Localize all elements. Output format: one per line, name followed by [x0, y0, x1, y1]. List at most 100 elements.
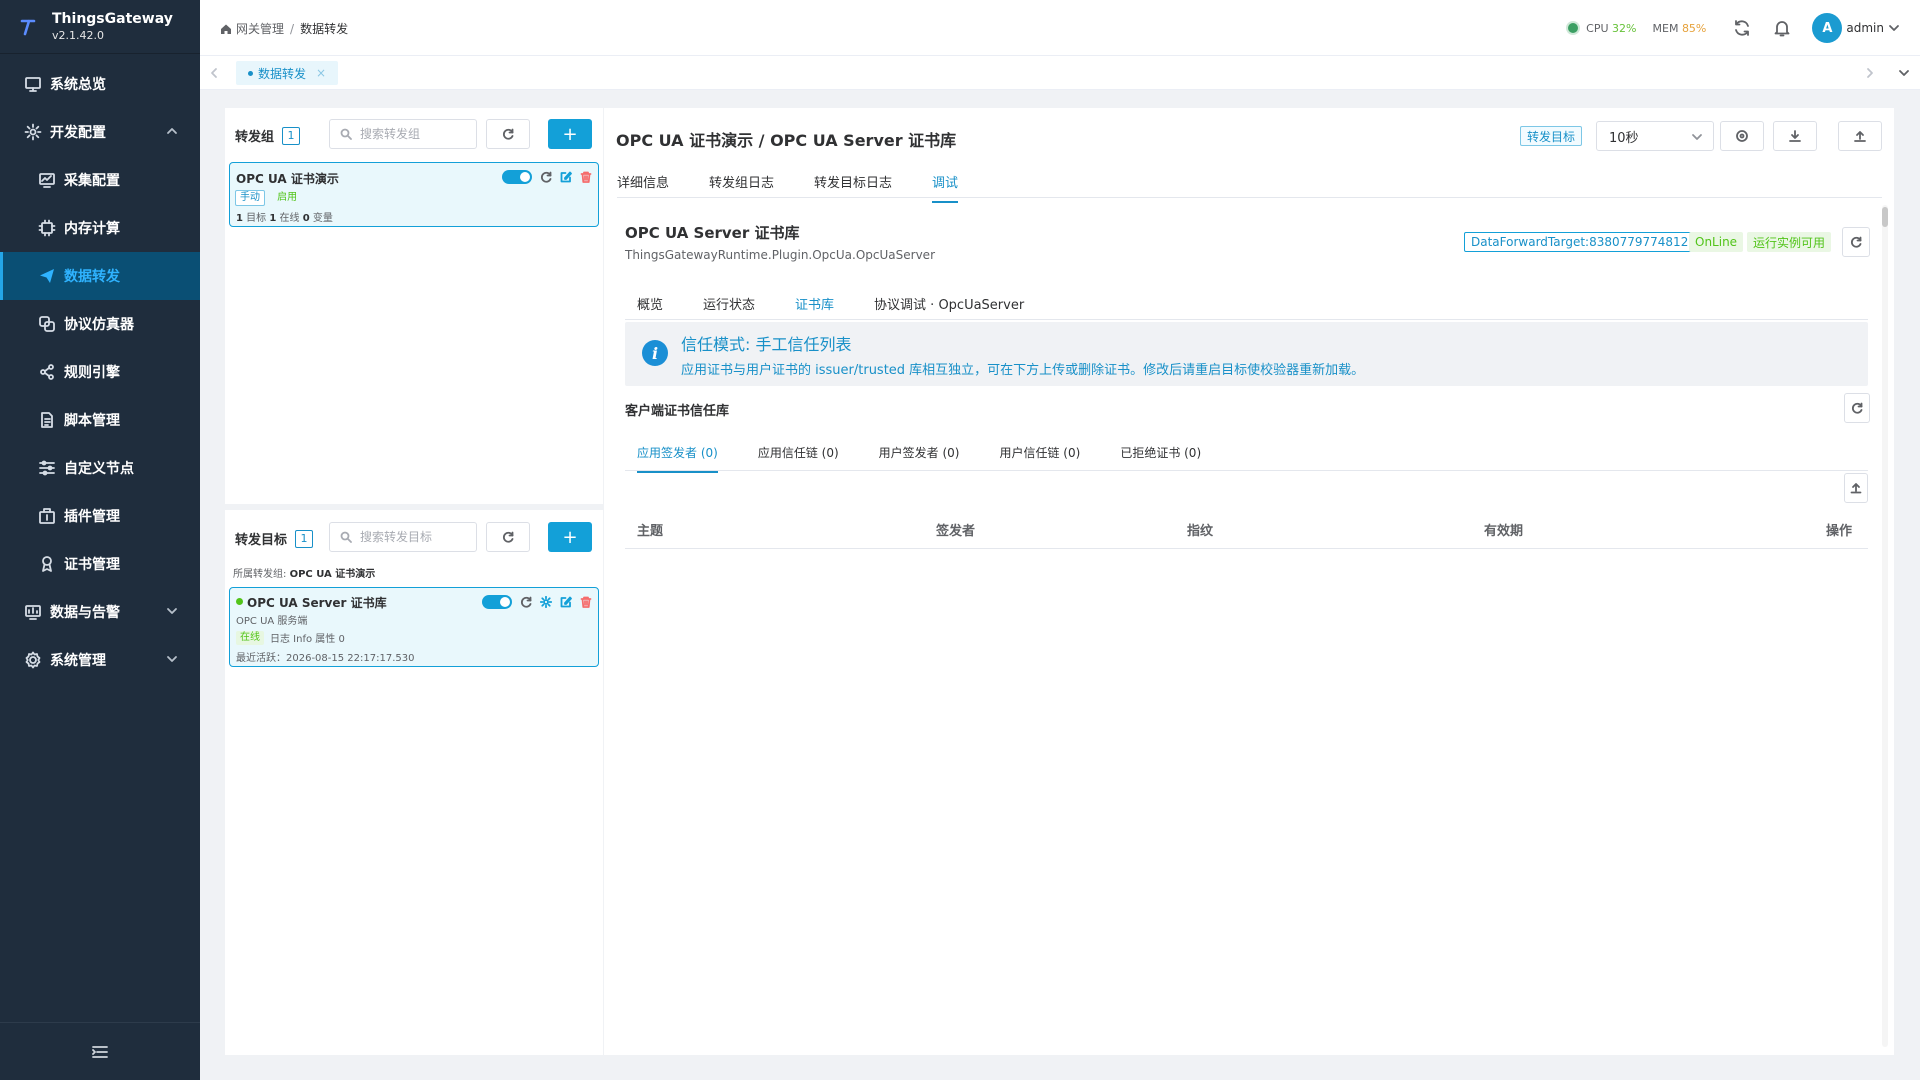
- tab-target-log[interactable]: 转发目标日志: [814, 172, 892, 203]
- target-id-badge: DataForwardTarget:838077977481285: [1464, 232, 1711, 252]
- target-enable-toggle[interactable]: [482, 595, 512, 609]
- bell-icon[interactable]: [1773, 19, 1791, 37]
- target-card-desc: OPC UA 服务端: [236, 616, 308, 627]
- sidebar-item-overview[interactable]: 系统总览: [0, 60, 200, 108]
- target-search-input[interactable]: [329, 522, 477, 552]
- tab-debug[interactable]: 调试: [932, 172, 959, 203]
- target-settings-button[interactable]: [1720, 121, 1764, 151]
- refresh-icon[interactable]: [540, 171, 552, 183]
- subtab-cert-store[interactable]: 证书库: [795, 294, 835, 325]
- settings-icon[interactable]: [540, 596, 552, 608]
- sidebar-item-plugin-manage[interactable]: 插件管理: [0, 492, 200, 540]
- target-search-field[interactable]: [360, 530, 460, 544]
- cert-tabs: 应用签发者 (0) 应用信任链 (0) 用户签发者 (0) 用户信任链 (0) …: [637, 444, 1241, 473]
- targets-count: 1: [236, 213, 243, 224]
- delete-icon[interactable]: [580, 596, 592, 608]
- group-search-input[interactable]: [329, 119, 477, 149]
- edit-icon[interactable]: [560, 171, 572, 183]
- tab-details[interactable]: 详细信息: [617, 172, 669, 203]
- sidebar-item-label: 脚本管理: [64, 413, 120, 429]
- sidebar-item-script-manage[interactable]: 脚本管理: [0, 396, 200, 444]
- chevron-left-icon[interactable]: [208, 67, 220, 79]
- user-name[interactable]: admin: [1846, 21, 1884, 35]
- chevron-down-icon[interactable]: [1888, 22, 1900, 34]
- tabs-divider: [617, 197, 1882, 198]
- target-card[interactable]: OPC UA Server 证书库 OPC UA 服务端 在线 日志 Info …: [229, 587, 599, 667]
- upload-button[interactable]: [1838, 121, 1882, 151]
- cert-tab-app-issuers[interactable]: 应用签发者 (0): [637, 444, 718, 473]
- sidebar-item-label: 协议仿真器: [64, 317, 134, 333]
- active-dot: [248, 70, 253, 76]
- group-search-field[interactable]: [360, 127, 460, 141]
- group-card[interactable]: OPC UA 证书演示 手动 启用 1 目标 1 在线 0 变量: [229, 162, 599, 227]
- group-add-button[interactable]: +: [548, 119, 592, 149]
- refresh-icon[interactable]: [520, 596, 532, 608]
- sidebar-item-rule-engine[interactable]: 规则引擎: [0, 348, 200, 396]
- sidebar-item-memory-compute[interactable]: 内存计算: [0, 204, 200, 252]
- layers-icon: [39, 316, 55, 332]
- sidebar-item-label: 证书管理: [64, 557, 120, 573]
- refresh-interval-select[interactable]: 10秒: [1596, 121, 1714, 151]
- cert-tab-rejected[interactable]: 已拒绝证书 (0): [1120, 444, 1201, 473]
- edit-icon[interactable]: [560, 596, 572, 608]
- sidebar-item-dev-config[interactable]: 开发配置: [0, 108, 200, 156]
- tab-data-forward[interactable]: 数据转发 ×: [236, 61, 339, 85]
- avatar[interactable]: A: [1812, 13, 1843, 43]
- trust-mode-alert: i 信任模式: 手工信任列表 应用证书与用户证书的 issuer/trusted…: [625, 322, 1868, 386]
- detail-tabs: 详细信息 转发组日志 转发目标日志 调试: [617, 172, 998, 203]
- sidebar-item-collect-config[interactable]: 采集配置: [0, 156, 200, 204]
- sidebar-menu: 系统总览 开发配置 采集配置 内存计算 数据转发 协议仿真器 规则引擎 脚本管理…: [0, 54, 200, 684]
- cert-tab-app-trusted[interactable]: 应用信任链 (0): [758, 444, 839, 473]
- target-refresh-button[interactable]: [486, 522, 530, 552]
- cert-upload-button[interactable]: [1844, 473, 1868, 503]
- top-right-toolbar: CPU 32% MEM 85% A admin: [1566, 0, 1920, 56]
- refresh-icon[interactable]: [1733, 19, 1751, 37]
- cert-tabs-divider: [625, 470, 1868, 471]
- subtab-runtime-status[interactable]: 运行状态: [703, 294, 755, 325]
- state-tag: 启用: [277, 192, 298, 203]
- menu-fold-icon: [92, 1045, 108, 1058]
- trust-mode-title: 信任模式: 手工信任列表: [681, 335, 852, 354]
- mode-tag: 手动: [235, 190, 265, 206]
- package-icon: [39, 508, 55, 524]
- sidebar-item-data-forward[interactable]: 数据转发: [0, 252, 200, 300]
- group-filter-value: OPC UA 证书演示: [289, 569, 376, 580]
- sidebar-item-system-manage[interactable]: 系统管理: [0, 636, 200, 684]
- group-enable-toggle[interactable]: [502, 170, 532, 184]
- sidebar-item-cert-manage[interactable]: 证书管理: [0, 540, 200, 588]
- close-icon[interactable]: ×: [316, 66, 326, 80]
- sidebar-item-protocol-simulator[interactable]: 协议仿真器: [0, 300, 200, 348]
- sidebar-collapse-button[interactable]: [0, 1022, 200, 1080]
- info-icon: i: [642, 340, 668, 366]
- sidebar-item-data-alarm[interactable]: 数据与告警: [0, 588, 200, 636]
- target-add-button[interactable]: +: [548, 522, 592, 552]
- subtabs-divider: [625, 319, 1868, 320]
- breadcrumb-root[interactable]: 网关管理: [236, 20, 284, 37]
- subtab-overview[interactable]: 概览: [637, 294, 663, 325]
- trust-store-refresh-button[interactable]: [1844, 393, 1870, 423]
- group-refresh-button[interactable]: [486, 119, 530, 149]
- cert-tab-user-issuers[interactable]: 用户签发者 (0): [879, 444, 960, 473]
- interval-value: 10秒: [1609, 130, 1639, 146]
- service-refresh-button[interactable]: [1842, 227, 1870, 257]
- brand[interactable]: ThingsGateway v2.1.42.0: [0, 0, 200, 54]
- target-icon: [1736, 130, 1748, 142]
- group-panel-title: 转发组: [235, 130, 275, 145]
- mem-stat: MEM 85%: [1653, 22, 1707, 35]
- monitor-icon: [25, 77, 41, 92]
- chevron-down-icon[interactable]: [1898, 67, 1910, 79]
- chevron-right-icon[interactable]: [1864, 67, 1876, 79]
- subtab-protocol-debug[interactable]: 协议调试 · OpcUaServer: [874, 294, 1024, 325]
- sidebar-item-custom-node[interactable]: 自定义节点: [0, 444, 200, 492]
- sidebar-item-label: 系统管理: [50, 653, 106, 669]
- cpu-value: 32%: [1612, 21, 1637, 35]
- download-icon: [1789, 130, 1801, 142]
- detail-scrollbar[interactable]: [1882, 205, 1888, 1047]
- target-panel-title: 转发目标: [235, 533, 288, 548]
- cert-tab-user-trusted[interactable]: 用户信任链 (0): [999, 444, 1080, 473]
- target-meta: 日志 Info 属性 0: [270, 634, 345, 645]
- upload-icon: [1854, 131, 1866, 142]
- download-button[interactable]: [1773, 121, 1817, 151]
- delete-icon[interactable]: [580, 171, 592, 183]
- tab-group-log[interactable]: 转发组日志: [709, 172, 774, 203]
